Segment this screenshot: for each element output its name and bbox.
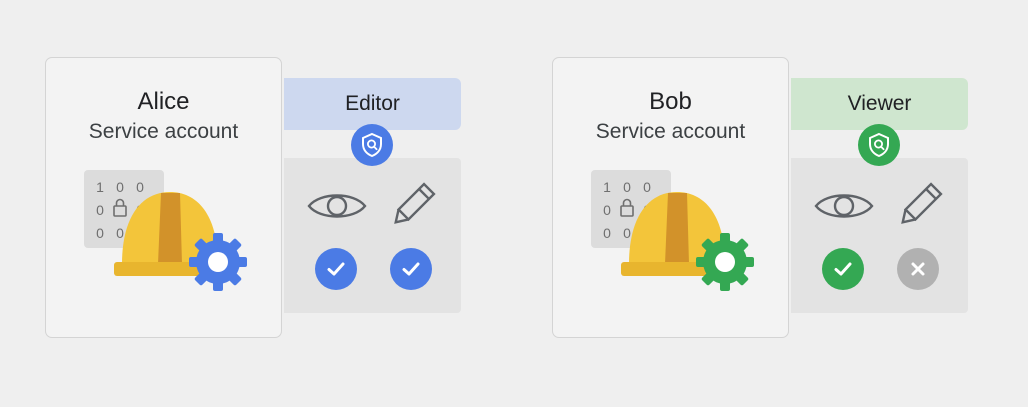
account-type: Service account: [88, 120, 239, 143]
account-group-bob: Viewer Bob Service account 100 00 000: [507, 0, 968, 407]
svg-text:1: 1: [603, 179, 611, 195]
iam-role-diagram: Editor Alice Service account 100 00 000: [0, 0, 1028, 407]
permission-panel-viewer: [791, 158, 968, 313]
gear-icon: [696, 233, 754, 291]
role-label: Viewer: [847, 92, 912, 115]
edit-granted-status: [390, 248, 432, 290]
account-name: Alice: [137, 88, 190, 115]
svg-text:0: 0: [623, 225, 631, 241]
pencil-icon: [901, 182, 943, 224]
svg-text:0: 0: [643, 179, 651, 195]
service-account-avatar: 100 00 000: [591, 170, 754, 291]
check-icon: [834, 262, 852, 276]
eye-icon: [814, 194, 874, 218]
role-badge: [858, 124, 900, 166]
svg-text:0: 0: [96, 225, 104, 241]
permission-panel-editor: [284, 158, 461, 313]
x-icon: [911, 262, 925, 276]
svg-text:0: 0: [603, 202, 611, 218]
role-tag-editor: Editor: [284, 78, 461, 130]
svg-text:0: 0: [116, 225, 124, 241]
role-label: Editor: [345, 92, 400, 115]
account-name: Bob: [649, 88, 692, 115]
service-account-card: Alice Service account 100 00 000: [45, 57, 282, 338]
gear-icon: [189, 233, 247, 291]
service-account-card: Bob Service account 100 00 000: [552, 57, 789, 338]
svg-text:0: 0: [136, 179, 144, 195]
svg-text:0: 0: [96, 202, 104, 218]
role-tag-viewer: Viewer: [791, 78, 968, 130]
check-icon: [402, 262, 420, 276]
svg-text:1: 1: [96, 179, 104, 195]
svg-text:0: 0: [623, 179, 631, 195]
pencil-icon: [394, 182, 436, 224]
role-badge: [351, 124, 393, 166]
account-group-alice: Editor Alice Service account 100 00 000: [0, 0, 461, 407]
eye-icon: [307, 194, 367, 218]
svg-text:0: 0: [116, 179, 124, 195]
service-account-avatar: 100 00 000: [84, 170, 247, 291]
account-type: Service account: [595, 120, 746, 143]
svg-text:0: 0: [603, 225, 611, 241]
edit-denied-status: [897, 248, 939, 290]
shield-search-icon: [869, 132, 889, 158]
shield-search-icon: [362, 132, 382, 158]
check-icon: [327, 262, 345, 276]
view-granted-status: [822, 248, 864, 290]
view-granted-status: [315, 248, 357, 290]
